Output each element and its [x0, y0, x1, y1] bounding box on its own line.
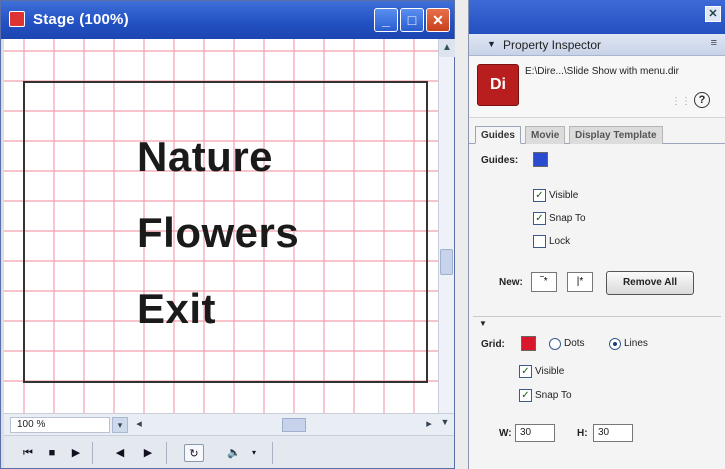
checkbox-check-icon[interactable]: ✓ [533, 189, 546, 202]
grid-visible-label: Visible [535, 366, 565, 377]
section-divider [473, 316, 721, 317]
zoom-dropdown-icon[interactable]: ▾ [112, 417, 128, 433]
property-inspector-panel: ✕ ▼ Property Inspector ≡ Di E:\Dire...\S… [468, 0, 725, 469]
volume-icon[interactable]: 🔈 [224, 444, 244, 462]
grid-height-field[interactable]: 30 [593, 424, 633, 442]
new-vertical-guide-icon[interactable]: |* [567, 272, 593, 292]
checkbox-check-icon[interactable]: ✓ [519, 389, 532, 402]
grid-width-field[interactable]: 30 [515, 424, 555, 442]
horizontal-scroll-thumb[interactable] [282, 418, 306, 432]
director-workspace: Stage (100%) _ □ ✕ Nature Flowers Exit ▲… [0, 0, 725, 469]
vertical-scroll-thumb[interactable] [440, 249, 453, 275]
loop-icon[interactable]: ↻ [184, 444, 204, 462]
inspector-tabs: Guides Movie Display Template [469, 124, 725, 144]
minimize-button[interactable]: _ [374, 8, 398, 32]
scroll-down-icon[interactable]: ▼ [438, 417, 452, 433]
help-icon[interactable]: ? [694, 92, 710, 108]
scroll-up-icon[interactable]: ▲ [439, 39, 455, 57]
new-horizontal-guide-icon[interactable]: ‾* [531, 272, 557, 292]
panel-close-icon[interactable]: ✕ [705, 6, 721, 22]
playback-controls: ⏮ ■ ▶ ◀ ▶ ↻ 🔈 ▾ [4, 435, 454, 468]
director-app-icon [9, 11, 25, 27]
guides-label: Guides: [481, 155, 519, 166]
volume-dropdown-icon[interactable]: ▾ [244, 444, 264, 462]
panel-options-icon[interactable]: ≡ [711, 37, 717, 49]
list-view-icon[interactable]: ⋮⋮ [671, 96, 691, 107]
grid-width-label: W: [499, 428, 512, 439]
separator [166, 442, 167, 464]
play-icon[interactable]: ▶ [66, 444, 86, 462]
guides-lock-label: Lock [549, 236, 571, 247]
grid-dots-radio[interactable] [549, 338, 561, 350]
rewind-icon[interactable]: ⏮ [18, 444, 38, 462]
grid-color-swatch[interactable] [521, 336, 536, 351]
tab-display-template[interactable]: Display Template [569, 126, 663, 144]
separator [92, 442, 93, 464]
checkbox-check-icon[interactable]: ✓ [519, 365, 532, 378]
maximize-button[interactable]: □ [400, 8, 424, 32]
vertical-scrollbar[interactable]: ▲ [438, 39, 455, 413]
panel-title-bar[interactable]: ✕ [469, 0, 725, 34]
grid-label: Grid: [481, 339, 505, 350]
director-file-icon: Di [477, 64, 519, 106]
stage-canvas[interactable]: Nature Flowers Exit [4, 39, 438, 413]
collapse-triangle-icon[interactable]: ▼ [487, 39, 496, 49]
separator [272, 442, 273, 464]
guides-visible-label: Visible [549, 190, 579, 201]
grid-height-label: H: [577, 428, 588, 439]
stop-icon[interactable]: ■ [42, 444, 62, 462]
scroll-left-icon[interactable]: ◂ [132, 417, 146, 433]
close-button[interactable]: ✕ [426, 8, 450, 32]
grid-lines-radio[interactable] [609, 338, 621, 350]
step-forward-icon[interactable]: ▶ [138, 444, 158, 462]
menu-item-flowers[interactable]: Flowers [137, 209, 299, 257]
horizontal-scroll-row: 100 % ▾ ◂ ▸ ▼ [4, 413, 454, 435]
guides-color-swatch[interactable] [533, 152, 548, 167]
stage-window: Stage (100%) _ □ ✕ Nature Flowers Exit ▲… [0, 0, 455, 469]
property-inspector-header[interactable]: ▼ Property Inspector ≡ [469, 34, 725, 56]
file-path: E:\Dire...\Slide Show with menu.dir [525, 66, 679, 77]
guides-snap-label: Snap To [549, 213, 586, 224]
menu-item-nature[interactable]: Nature [137, 133, 273, 181]
tab-guides[interactable]: Guides [475, 126, 521, 144]
grid-section-triangle-icon[interactable]: ▼ [479, 319, 487, 328]
step-back-icon[interactable]: ◀ [110, 444, 130, 462]
grid-snap-label: Snap To [535, 390, 572, 401]
zoom-select[interactable]: 100 % [10, 417, 110, 433]
grid-lines-label: Lines [624, 338, 648, 349]
remove-all-button[interactable]: Remove All [606, 271, 694, 295]
stage-title: Stage (100%) [33, 11, 129, 28]
grid-dots-label: Dots [564, 338, 585, 349]
stage-title-bar[interactable]: Stage (100%) _ □ ✕ [1, 1, 454, 39]
tab-movie[interactable]: Movie [525, 126, 566, 144]
property-inspector-title: Property Inspector [503, 38, 602, 52]
scroll-right-icon[interactable]: ▸ [422, 417, 436, 433]
new-guide-label: New: [499, 277, 523, 288]
checkbox-empty[interactable] [533, 235, 546, 248]
menu-item-exit[interactable]: Exit [137, 285, 216, 333]
checkbox-check-icon[interactable]: ✓ [533, 212, 546, 225]
file-info: Di E:\Dire...\Slide Show with menu.dir ⋮… [469, 56, 725, 118]
